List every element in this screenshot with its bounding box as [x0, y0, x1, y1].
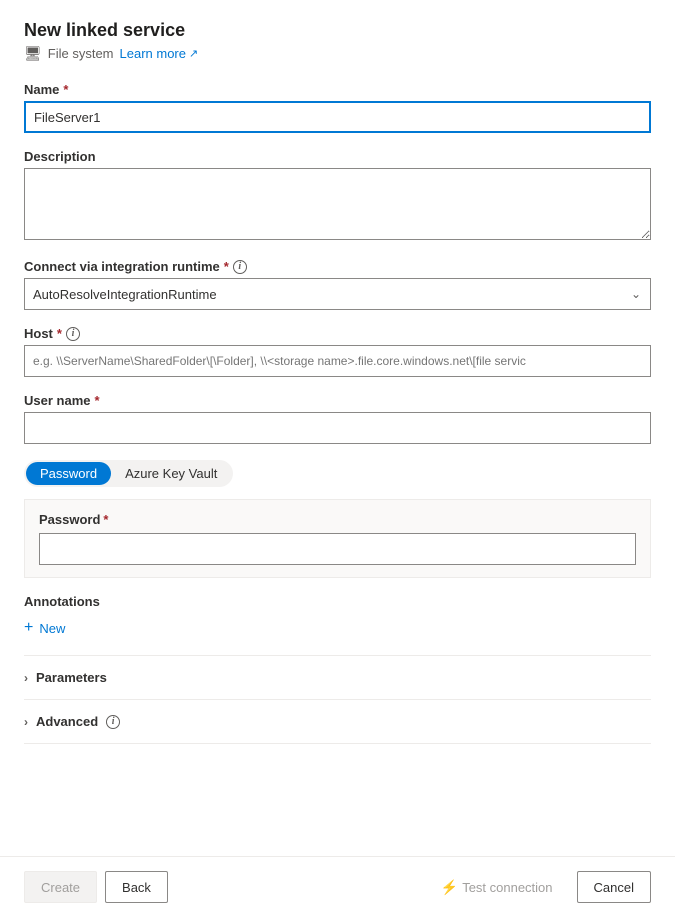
- integration-runtime-label: Connect via integration runtime * i: [24, 259, 651, 274]
- subtitle-text: File system: [48, 46, 114, 61]
- ir-required: *: [224, 259, 229, 274]
- chevron-right-advanced-icon: ›: [24, 715, 28, 729]
- cancel-button[interactable]: Cancel: [577, 871, 651, 903]
- name-required: *: [63, 82, 68, 97]
- footer-left-buttons: Create Back: [24, 871, 168, 903]
- username-group: User name *: [24, 393, 651, 444]
- host-group: Host * i: [24, 326, 651, 377]
- parameters-section[interactable]: › Parameters: [24, 660, 107, 695]
- divider-advanced: [24, 699, 651, 700]
- back-button[interactable]: Back: [105, 871, 168, 903]
- ir-info-icon[interactable]: i: [233, 260, 247, 274]
- new-annotation-button[interactable]: + New: [24, 617, 65, 639]
- password-inner-section: Password *: [24, 499, 651, 578]
- create-button[interactable]: Create: [24, 871, 97, 903]
- annotations-group: Annotations + New: [24, 594, 651, 639]
- test-connection-button[interactable]: ⚡ Test connection: [425, 871, 569, 903]
- advanced-info-icon[interactable]: i: [106, 715, 120, 729]
- integration-runtime-select[interactable]: AutoResolveIntegrationRuntime: [24, 278, 651, 310]
- username-label: User name *: [24, 393, 651, 408]
- host-label: Host * i: [24, 326, 651, 341]
- footer: Create Back ⚡ Test connection Cancel: [0, 856, 675, 917]
- subtitle-row: 🖥 File system Learn more ↗: [24, 45, 651, 62]
- description-input[interactable]: [24, 168, 651, 240]
- name-input[interactable]: [24, 101, 651, 133]
- divider-bottom: [24, 743, 651, 744]
- plug-icon: ⚡: [441, 879, 458, 896]
- host-info-icon[interactable]: i: [66, 327, 80, 341]
- password-tab-button[interactable]: Password: [26, 462, 111, 485]
- password-required: *: [103, 512, 108, 527]
- name-group: Name *: [24, 82, 651, 133]
- description-label: Description: [24, 149, 651, 164]
- divider-parameters: [24, 655, 651, 656]
- auth-tab-toggle: Password Azure Key Vault: [24, 460, 233, 487]
- integration-runtime-group: Connect via integration runtime * i Auto…: [24, 259, 651, 310]
- host-input[interactable]: [24, 345, 651, 377]
- advanced-section[interactable]: › Advanced i: [24, 704, 120, 739]
- learn-more-link[interactable]: Learn more ↗: [120, 46, 199, 61]
- password-input[interactable]: [39, 533, 636, 565]
- host-required: *: [57, 326, 62, 341]
- password-section: Password Azure Key Vault Password *: [24, 460, 651, 578]
- username-input[interactable]: [24, 412, 651, 444]
- footer-right-buttons: ⚡ Test connection Cancel: [425, 871, 651, 903]
- annotations-label: Annotations: [24, 594, 651, 609]
- chevron-right-parameters-icon: ›: [24, 671, 28, 685]
- plus-icon: +: [24, 619, 33, 637]
- file-system-icon: 🖥: [24, 45, 42, 62]
- description-group: Description: [24, 149, 651, 243]
- username-required: *: [94, 393, 99, 408]
- integration-runtime-select-wrapper: AutoResolveIntegrationRuntime ⌄: [24, 278, 651, 310]
- external-link-icon: ↗: [189, 47, 198, 60]
- azure-key-vault-tab-button[interactable]: Azure Key Vault: [111, 462, 231, 485]
- password-label: Password *: [39, 512, 636, 527]
- name-label: Name *: [24, 82, 651, 97]
- page-title: New linked service: [24, 20, 651, 41]
